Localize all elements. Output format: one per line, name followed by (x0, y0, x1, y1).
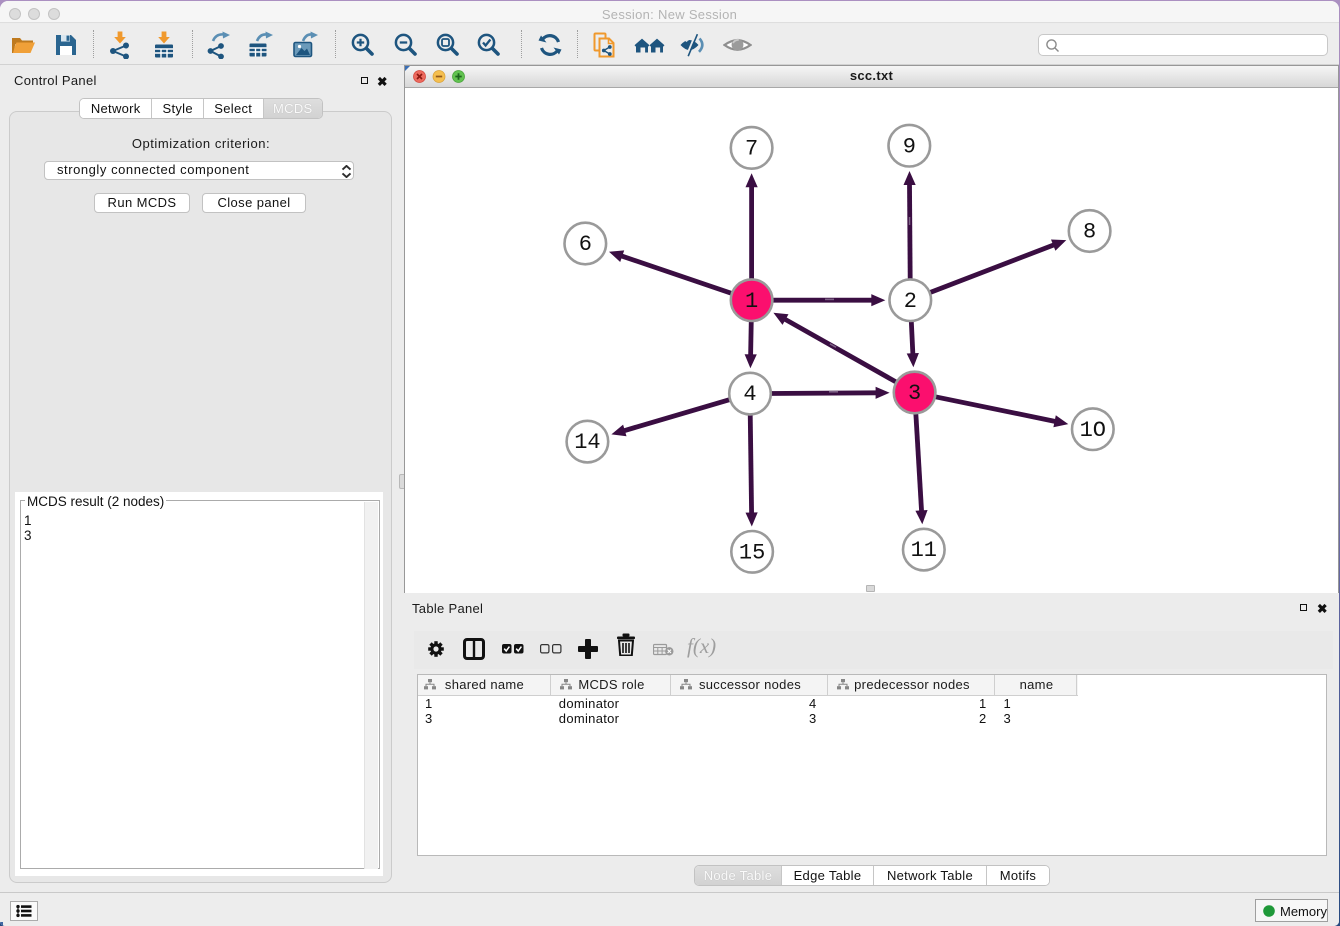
svg-text:1: 1 (745, 289, 758, 314)
svg-text:3: 3 (908, 381, 921, 406)
svg-text:7: 7 (745, 137, 758, 162)
svg-text:4: 4 (743, 382, 756, 407)
svg-text:15: 15 (739, 540, 765, 565)
svg-text:1O: 1O (1080, 418, 1106, 443)
svg-text:11: 11 (911, 538, 937, 563)
svg-text:14: 14 (574, 430, 600, 455)
svg-text:8: 8 (1083, 220, 1096, 245)
svg-text:2: 2 (904, 289, 917, 314)
svg-text:9: 9 (903, 134, 916, 159)
svg-text:6: 6 (579, 232, 592, 257)
